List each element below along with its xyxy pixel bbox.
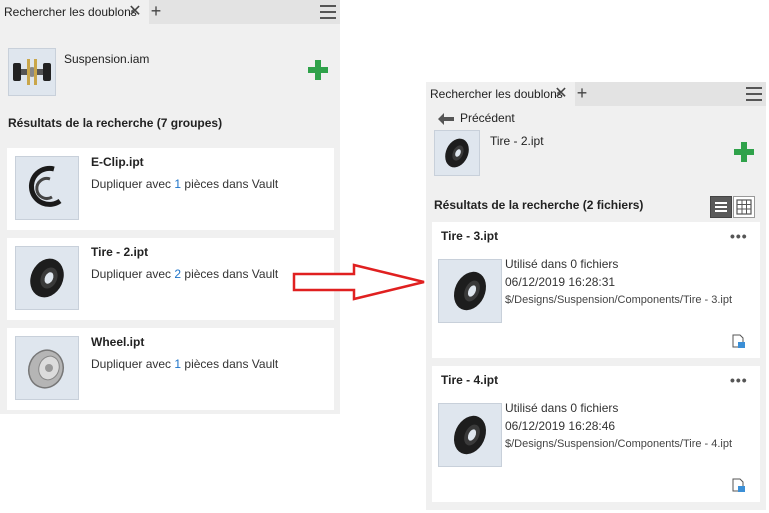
- duplicates-prefix: Dupliquer avec: [91, 267, 175, 281]
- right-tab-bar: Rechercher les doublons ✕ +: [426, 82, 766, 106]
- assembly-thumbnail: [8, 48, 56, 96]
- grid-view-icon[interactable]: [733, 196, 755, 218]
- tab-label: Rechercher les doublons: [4, 5, 137, 19]
- file-name: Tire - 4.ipt: [441, 373, 499, 387]
- tab-label: Rechercher les doublons: [430, 87, 563, 101]
- plus-icon[interactable]: +: [148, 0, 164, 24]
- green-plus-icon[interactable]: [734, 142, 754, 162]
- back-label: Précédent: [460, 111, 515, 125]
- left-tab-bar: Rechercher les doublons ✕ +: [0, 0, 340, 24]
- file-path: $/Designs/Suspension/Components/Tire - 4…: [505, 438, 733, 450]
- part-thumbnail: [15, 246, 79, 310]
- group-duplicates: Dupliquer avec 1 pièces dans Vault: [91, 177, 278, 191]
- duplicates-suffix: pièces dans Vault: [181, 357, 279, 371]
- group-card[interactable]: Tire - 2.ipt Dupliquer avec 2 pièces dan…: [7, 238, 334, 320]
- duplicates-prefix: Dupliquer avec: [91, 357, 175, 371]
- file-usage: Utilisé dans 0 fichiers: [505, 257, 619, 271]
- right-panel: Rechercher les doublons ✕ + Précédent Ti…: [426, 82, 766, 510]
- more-options-icon[interactable]: •••: [730, 228, 748, 244]
- red-arrow-icon: [292, 263, 425, 301]
- group-card[interactable]: E-Clip.ipt Dupliquer avec 1 pièces dans …: [7, 148, 334, 230]
- part-name: Tire - 2.ipt: [490, 134, 544, 148]
- results-heading: Résultats de la recherche (7 groupes): [8, 116, 223, 130]
- group-name: Wheel.ipt: [91, 335, 145, 349]
- group-name: E-Clip.ipt: [91, 155, 144, 169]
- hamburger-menu-icon[interactable]: [746, 87, 762, 101]
- more-options-icon[interactable]: •••: [730, 372, 748, 388]
- results-heading: Résultats de la recherche (2 fichiers): [434, 198, 644, 212]
- close-icon[interactable]: ✕: [553, 82, 569, 106]
- group-name: Tire - 2.ipt: [91, 245, 149, 259]
- list-view-icon[interactable]: [710, 196, 732, 218]
- part-thumbnail: [15, 156, 79, 220]
- file-card[interactable]: Tire - 4.ipt ••• Utilisé dans 0 fichiers…: [432, 366, 760, 502]
- file-date: 06/12/2019 16:28:31: [505, 275, 616, 289]
- file-thumbnail: [438, 259, 502, 323]
- document-open-icon[interactable]: [732, 334, 746, 349]
- group-duplicates: Dupliquer avec 1 pièces dans Vault: [91, 357, 278, 371]
- file-name: Tire - 3.ipt: [441, 229, 499, 243]
- file-path: $/Designs/Suspension/Components/Tire - 3…: [505, 294, 733, 306]
- duplicates-prefix: Dupliquer avec: [91, 177, 175, 191]
- assembly-name: Suspension.iam: [64, 52, 150, 66]
- document-open-icon[interactable]: [732, 478, 746, 493]
- file-date: 06/12/2019 16:28:46: [505, 419, 616, 433]
- part-thumbnail: [15, 336, 79, 400]
- arrow-left-icon: [438, 113, 454, 125]
- part-thumbnail: [434, 130, 480, 176]
- plus-icon[interactable]: +: [574, 82, 590, 106]
- file-card[interactable]: Tire - 3.ipt ••• Utilisé dans 0 fichiers…: [432, 222, 760, 358]
- group-duplicates: Dupliquer avec 2 pièces dans Vault: [91, 267, 278, 281]
- hamburger-menu-icon[interactable]: [320, 5, 336, 19]
- duplicates-suffix: pièces dans Vault: [181, 177, 279, 191]
- green-plus-icon[interactable]: [308, 60, 328, 80]
- close-icon[interactable]: ✕: [127, 0, 143, 24]
- group-card[interactable]: Wheel.ipt Dupliquer avec 1 pièces dans V…: [7, 328, 334, 410]
- duplicates-suffix: pièces dans Vault: [181, 267, 279, 281]
- file-thumbnail: [438, 403, 502, 467]
- left-panel: Rechercher les doublons ✕ + Suspension.i…: [0, 0, 340, 414]
- file-usage: Utilisé dans 0 fichiers: [505, 401, 619, 415]
